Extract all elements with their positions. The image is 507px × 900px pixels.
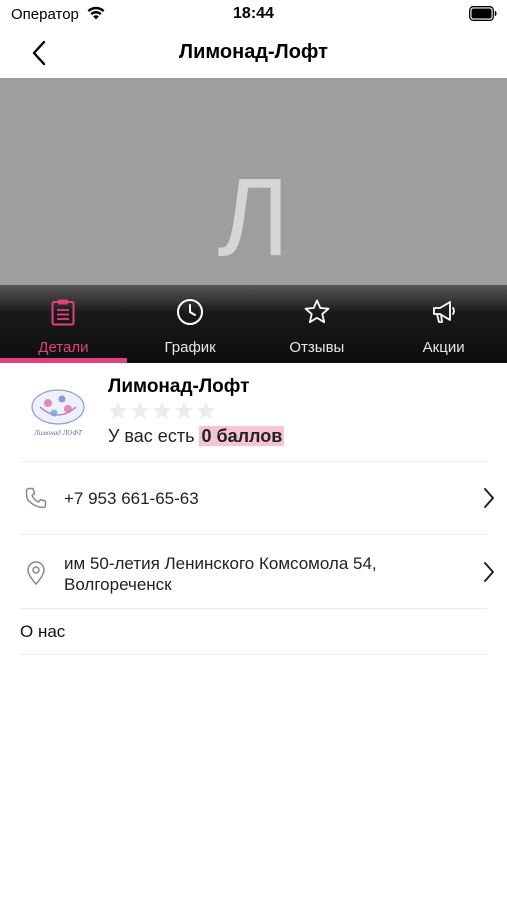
address-line-2: Волгореченск <box>64 575 172 594</box>
page-title: Лимонад-Лофт <box>179 41 328 63</box>
battery-icon <box>469 6 497 26</box>
phone-row[interactable]: +7 953 661-65-63 <box>0 462 507 534</box>
place-name: Лимонад-Лофт <box>108 376 250 397</box>
address-text: им 50-летия Ленинского Комсомола 54, Вол… <box>64 553 377 595</box>
star-icon <box>303 297 331 327</box>
tab-reviews[interactable]: Отзывы <box>254 285 381 363</box>
tab-label: Отзывы <box>289 339 345 356</box>
location-pin-icon <box>24 560 48 591</box>
logo-text: Лимонад ЛОФТ <box>33 429 83 437</box>
star-icon <box>131 402 149 419</box>
megaphone-icon <box>430 297 458 327</box>
star-icon <box>109 402 127 419</box>
rating-stars <box>108 401 216 421</box>
divider <box>20 608 487 609</box>
phone-number: +7 953 661-65-63 <box>64 489 199 508</box>
hero-image: Л Детали График Отзывы Акции <box>0 78 507 363</box>
divider <box>20 654 487 655</box>
chevron-right-icon <box>483 487 495 514</box>
star-icon <box>153 402 171 419</box>
star-icon <box>175 402 193 419</box>
address-line-1: им 50-летия Ленинского Комсомола 54, <box>64 554 377 573</box>
tab-schedule[interactable]: График <box>127 285 254 363</box>
chevron-right-icon <box>483 561 495 588</box>
tab-details[interactable]: Детали <box>0 285 127 363</box>
address-row[interactable]: им 50-летия Ленинского Комсомола 54, Вол… <box>0 535 507 608</box>
tab-bar: Детали График Отзывы Акции <box>0 285 507 363</box>
tab-label: Акции <box>422 339 465 356</box>
status-bar: Оператор 18:44 <box>0 0 507 28</box>
place-info: Лимонад ЛОФТ Лимонад-Лофт У вас есть 0 б… <box>0 363 507 461</box>
points-value: 0 баллов <box>199 426 285 446</box>
place-logo: Лимонад ЛОФТ <box>26 383 90 443</box>
phone-icon <box>24 486 48 515</box>
about-section-title[interactable]: О нас <box>20 622 65 642</box>
points-prefix: У вас есть <box>108 426 195 446</box>
points-text: У вас есть 0 баллов <box>108 426 285 447</box>
tab-label: Детали <box>38 339 89 356</box>
clipboard-icon <box>51 297 75 327</box>
clock-icon <box>176 297 204 327</box>
tab-promotions[interactable]: Акции <box>380 285 507 363</box>
status-time: 18:44 <box>233 5 274 22</box>
tab-label: График <box>164 339 216 356</box>
nav-bar: Лимонад-Лофт <box>0 28 507 78</box>
hero-placeholder-letter: Л <box>217 156 290 279</box>
star-icon <box>197 402 215 419</box>
